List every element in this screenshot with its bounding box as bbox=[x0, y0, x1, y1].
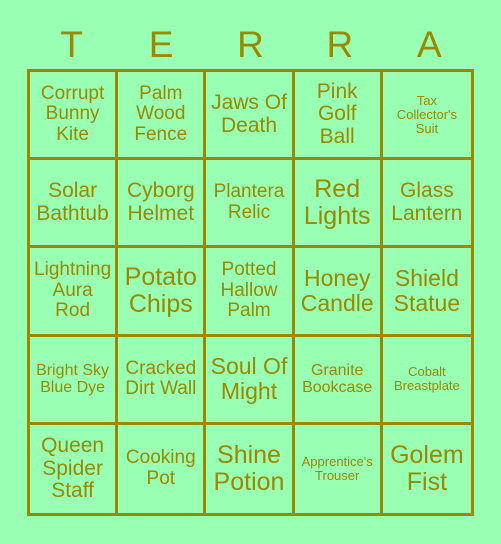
bingo-cell-label: Solar Bathtub bbox=[36, 179, 109, 225]
bingo-cell-label: Honey Candle bbox=[300, 265, 374, 316]
bingo-cell[interactable]: Bright Sky Blue Dye bbox=[30, 336, 119, 425]
bingo-cell-label: Golem Fist bbox=[390, 440, 464, 496]
bingo-grid: Corrupt Bunny Kite Palm Wood Fence Jaws … bbox=[27, 69, 474, 516]
bingo-cell[interactable]: Lightning Aura Rod bbox=[30, 248, 119, 337]
header-letter-4: R bbox=[326, 23, 354, 65]
bingo-cell[interactable]: Golem Fist bbox=[382, 424, 471, 513]
bingo-cell-label: Shine Potion bbox=[213, 440, 285, 496]
bingo-cell-label: Glass Lantern bbox=[391, 179, 463, 225]
bingo-cell-label: Jaws Of Death bbox=[211, 90, 287, 137]
bingo-cell-label: Potato Chips bbox=[124, 262, 197, 318]
bingo-cell-label: Granite Bookcase bbox=[302, 361, 373, 397]
bingo-cell-label: Cooking Pot bbox=[125, 447, 196, 489]
header-letter-3: R bbox=[237, 23, 264, 65]
bingo-cell[interactable]: Cobalt Breastplate bbox=[382, 336, 471, 425]
bingo-cell[interactable]: Red Lights bbox=[294, 160, 383, 249]
bingo-cell-label: Palm Wood Fence bbox=[134, 82, 188, 145]
bingo-cell-label: Bright Sky Blue Dye bbox=[36, 361, 110, 397]
bingo-cell[interactable]: Palm Wood Fence bbox=[118, 72, 207, 161]
bingo-cell-label: Potted Hallow Palm bbox=[220, 259, 278, 322]
bingo-cell-label: Lightning Aura Rod bbox=[34, 259, 112, 322]
bingo-cell-label: Red Lights bbox=[303, 174, 371, 230]
bingo-cell-label: Cyborg Helmet bbox=[126, 179, 195, 225]
bingo-cell-label: Soul Of Might bbox=[210, 353, 288, 405]
bingo-cell-label: Corrupt Bunny Kite bbox=[40, 82, 105, 145]
header-letter-2: E bbox=[148, 23, 174, 65]
bingo-cell[interactable]: Cooking Pot bbox=[118, 424, 207, 513]
bingo-cell[interactable]: Apprentice's Trouser bbox=[294, 424, 383, 513]
bingo-cell[interactable]: Jaws Of Death bbox=[206, 72, 295, 161]
bingo-cell[interactable]: Shine Potion bbox=[206, 424, 295, 513]
bingo-cell-label: Cobalt Breastplate bbox=[394, 364, 460, 394]
bingo-cell[interactable]: Glass Lantern bbox=[382, 160, 471, 249]
bingo-cell[interactable]: Potted Hallow Palm bbox=[206, 248, 295, 337]
bingo-cell-label: Queen Spider Staff bbox=[41, 433, 105, 503]
bingo-cell[interactable]: Soul Of Might bbox=[206, 336, 295, 425]
bingo-cell-label: Shield Statue bbox=[393, 265, 461, 316]
bingo-card: T E R R A Corrupt Bunny Kite Palm Wood F… bbox=[0, 0, 501, 544]
bingo-cell[interactable]: Shield Statue bbox=[382, 248, 471, 337]
header-letter-1: T bbox=[60, 23, 83, 65]
bingo-header-row: T E R R A bbox=[27, 20, 474, 68]
bingo-cell[interactable]: Cyborg Helmet bbox=[118, 160, 207, 249]
bingo-cell[interactable]: Pink Golf Ball bbox=[294, 72, 383, 161]
bingo-cell[interactable]: Corrupt Bunny Kite bbox=[30, 72, 119, 161]
bingo-cell-label: Cracked Dirt Wall bbox=[125, 357, 197, 400]
bingo-cell-label: Pink Golf Ball bbox=[316, 79, 358, 148]
header-letter-5: A bbox=[416, 23, 442, 65]
bingo-cell[interactable]: Queen Spider Staff bbox=[30, 424, 119, 513]
bingo-cell[interactable]: Tax Collector's Suit bbox=[382, 72, 471, 161]
bingo-cell[interactable]: Cracked Dirt Wall bbox=[118, 336, 207, 425]
bingo-cell-label: Tax Collector's Suit bbox=[396, 92, 458, 136]
bingo-cell[interactable]: Granite Bookcase bbox=[294, 336, 383, 425]
bingo-cell-label: Plantera Relic bbox=[213, 181, 285, 223]
bingo-cell[interactable]: Honey Candle bbox=[294, 248, 383, 337]
bingo-cell[interactable]: Solar Bathtub bbox=[30, 160, 119, 249]
bingo-cell[interactable]: Potato Chips bbox=[118, 248, 207, 337]
bingo-cell-label: Apprentice's Trouser bbox=[301, 453, 373, 483]
bingo-cell[interactable]: Plantera Relic bbox=[206, 160, 295, 249]
